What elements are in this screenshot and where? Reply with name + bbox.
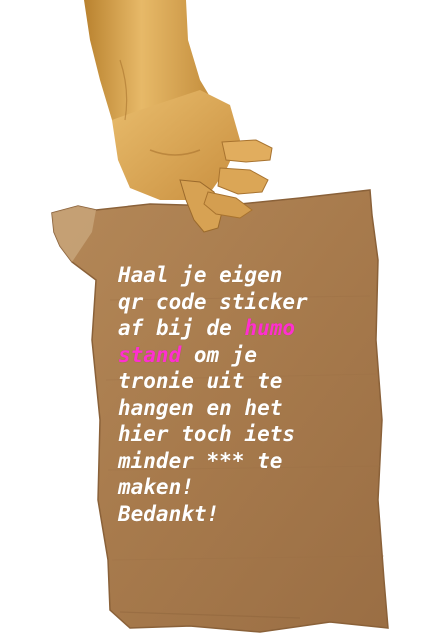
sign-line-3: af bij de humo (118, 315, 358, 342)
highlight-stand: stand (118, 342, 182, 367)
hand-holding-icon (84, 0, 273, 233)
sign-line-4-text: om je (181, 342, 258, 367)
sign-line-6: hangen en het (118, 395, 283, 420)
sign-line-8: minder *** te (118, 448, 283, 473)
sign-line-1: Haal je eigen (118, 263, 283, 287)
sign-line-2: qr code sticker (118, 289, 308, 314)
sign-line-7: hier toch iets (118, 422, 296, 446)
sign-line-4: stand om je (118, 342, 358, 369)
sign-line-3-text: af bij de (118, 316, 245, 340)
sign-line-5: tronie uit te (118, 369, 283, 393)
scene: Haal je eigen qr code sticker af bij de hu… (0, 0, 433, 640)
highlight-humo: humo (244, 316, 296, 340)
sign-line-10: Bedankt! (118, 501, 220, 526)
sign-message: Haal je eigen qr code sticker af bij de hu… (118, 262, 358, 527)
sign-line-9: maken! (118, 475, 194, 499)
